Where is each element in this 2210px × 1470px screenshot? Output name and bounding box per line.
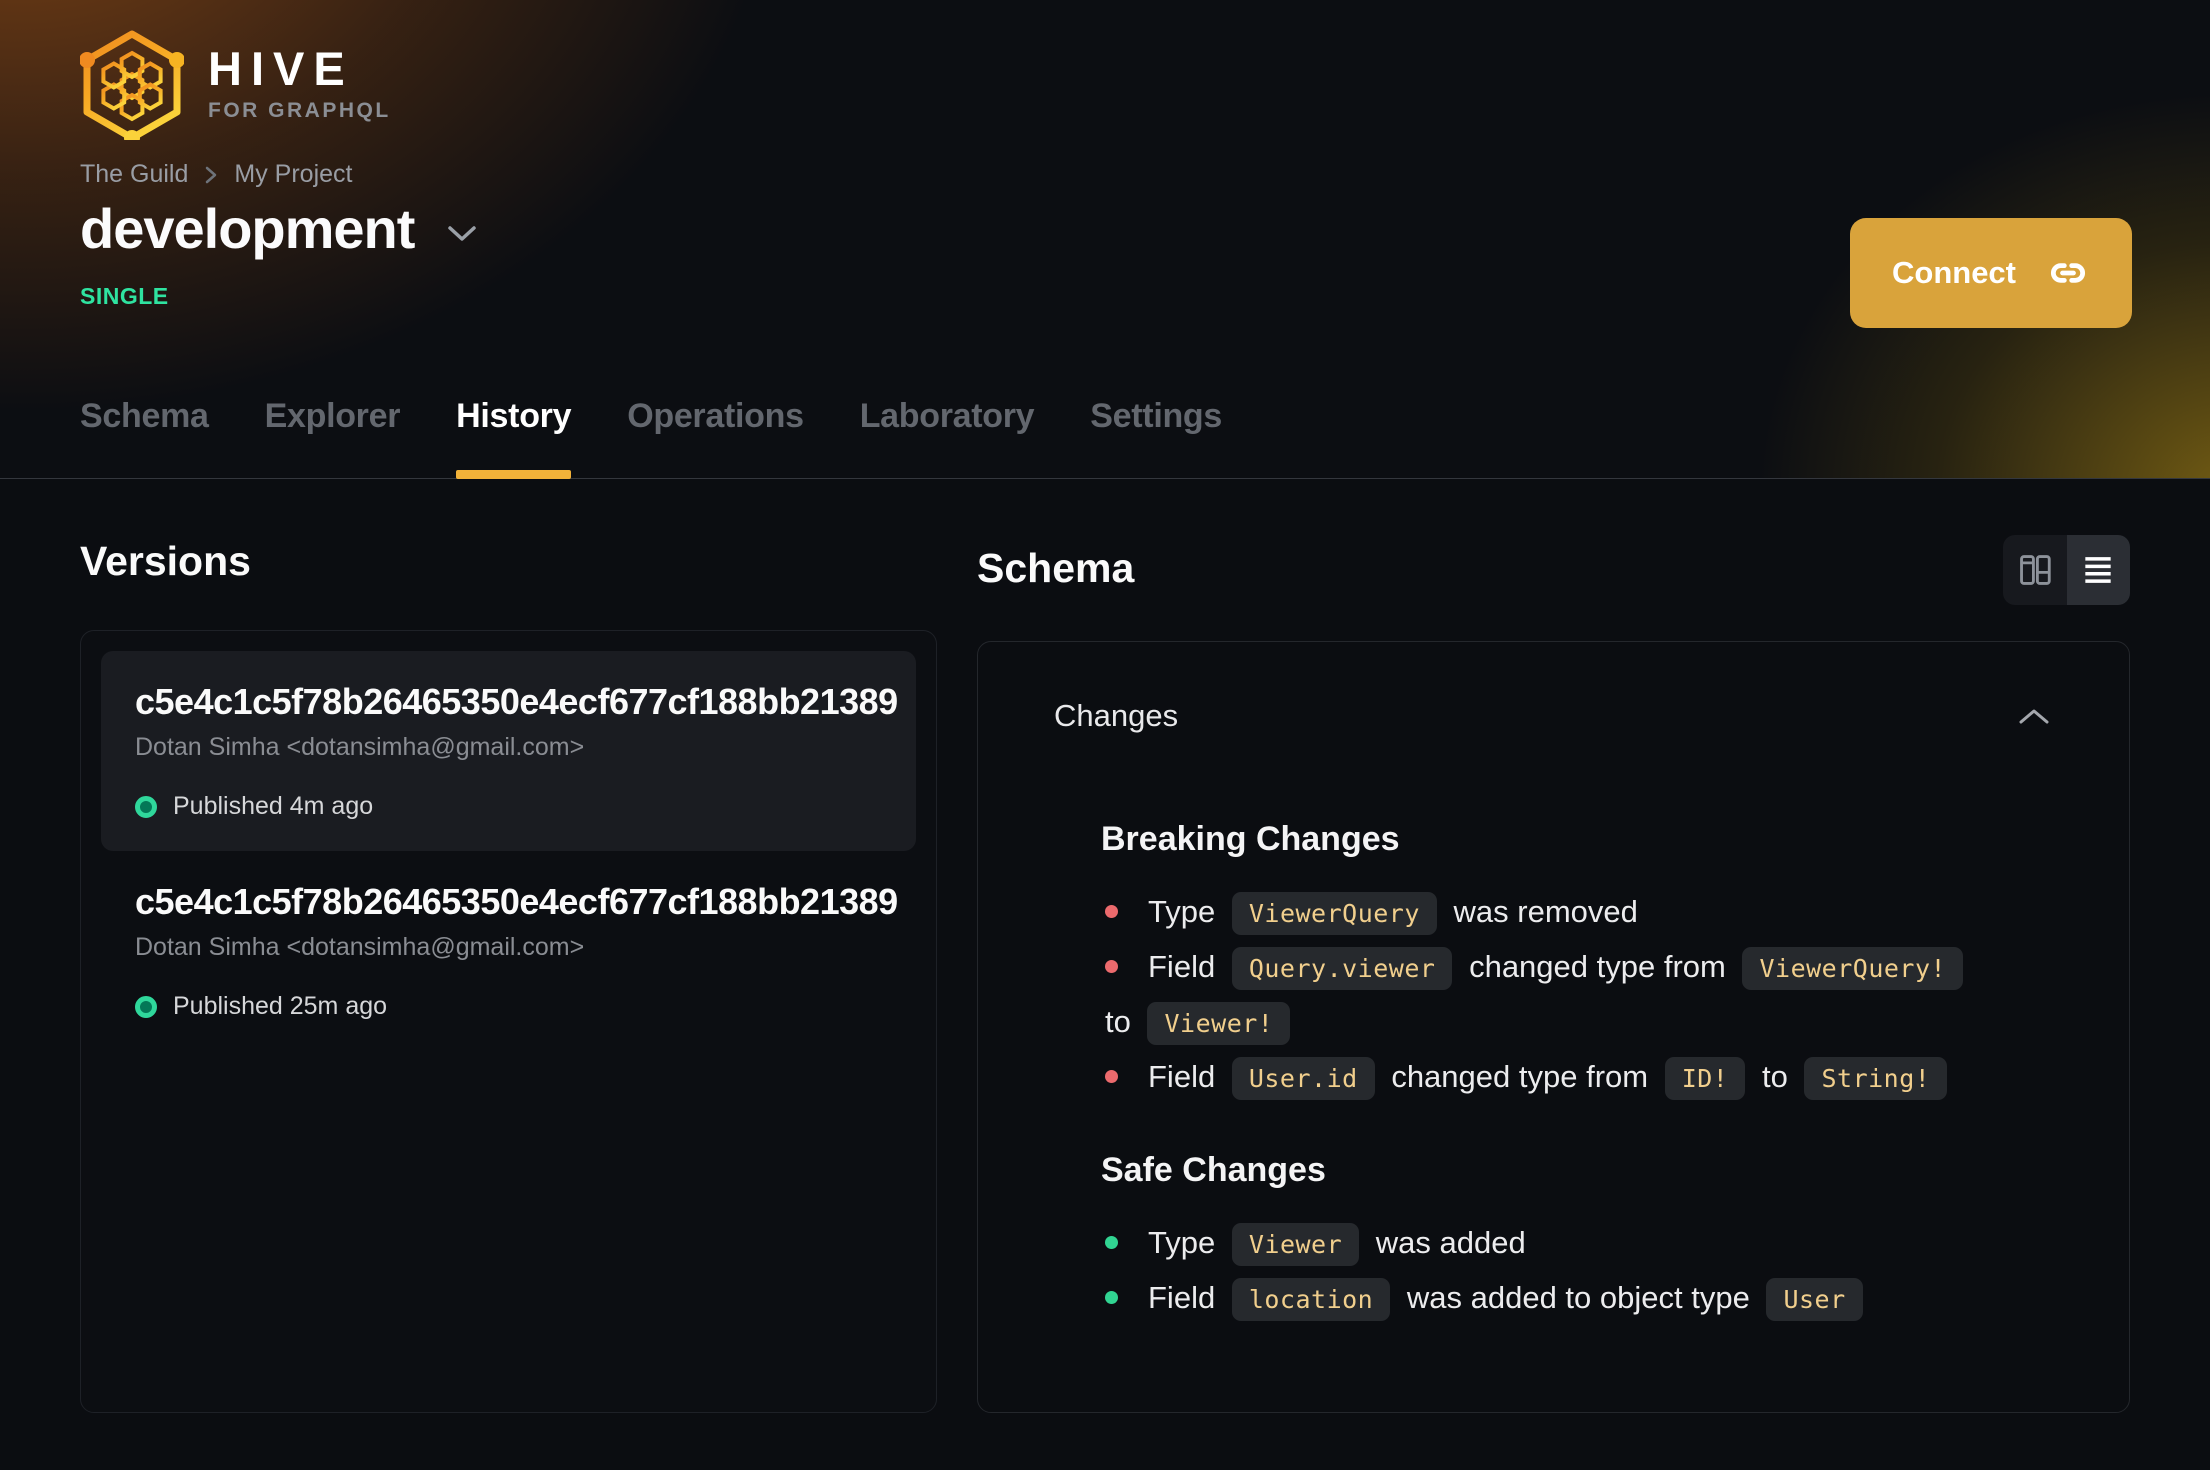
code-chip: ID! [1664,1057,1746,1100]
change-text: was added to object type [1406,1280,1750,1315]
chevron-up-icon [2019,709,2049,724]
code-chip: location [1231,1278,1391,1321]
bullet-icon [1105,960,1118,974]
target-title-row: development [80,196,478,261]
changes-panel-title: Changes [1054,698,1179,733]
change-text: to [1105,1004,1131,1039]
view-toggle [2003,535,2130,605]
change-item: Type Viewer was added [1105,1216,2049,1271]
project-type-badge: SINGLE [80,283,169,309]
published-dot-icon [135,795,157,818]
connect-button[interactable]: Connect [1850,218,2132,328]
breadcrumb: The Guild My Project [80,160,352,189]
code-chip: Viewer! [1147,1002,1291,1045]
change-list: Type ViewerQuery was removed Field Query… [1101,885,2049,1105]
diff-view-button[interactable] [2003,535,2067,605]
change-text: changed type from [1391,1059,1649,1094]
tab-bar: Schema Explorer History Operations Laborator… [80,397,1222,479]
columns-icon [2019,555,2051,585]
version-status: Published 25m ago [135,992,882,1021]
schema-heading: Schema [977,545,1135,591]
list-icon [2085,557,2111,583]
version-author: Dotan Simha <dotansimha@gmail.com> [135,733,585,761]
changes-body: Breaking Changes Type ViewerQuery was rem… [978,734,2129,1326]
change-list: Type Viewer was added Field location was… [1101,1216,2049,1326]
change-section-title: Breaking Changes [1101,820,1400,858]
link-icon [2051,263,2085,283]
code-chip: String! [1804,1057,1948,1100]
change-text: Type [1148,894,1216,929]
version-status: Published 4m ago [135,792,882,821]
version-hash: c5e4c1c5f78b26465350e4ecf677cf188bb21389 [135,881,898,922]
bullet-icon [1105,1070,1118,1084]
bullet-icon [1105,1291,1118,1305]
change-text: changed type from [1469,949,1726,984]
tab-laboratory[interactable]: Laboratory [860,397,1035,478]
change-text: Type [1148,1225,1216,1260]
change-text: to [1761,1059,1788,1094]
tab-explorer[interactable]: Explorer [265,397,401,478]
version-item[interactable]: c5e4c1c5f78b26465350e4ecf677cf188bb21389… [101,651,916,851]
breadcrumb-item[interactable]: My Project [234,160,352,189]
version-status-text: Published 25m ago [173,992,388,1020]
brand-subtitle: FOR GRAPHQL [208,99,391,122]
code-chip: ViewerQuery! [1742,947,1964,990]
tab-operations[interactable]: Operations [627,397,804,478]
tab-history[interactable]: History [456,397,572,479]
change-text: Field [1148,1280,1216,1315]
tab-schema[interactable]: Schema [80,397,209,478]
code-chip: User [1766,1278,1863,1321]
bullet-icon [1105,905,1118,919]
list-view-button[interactable] [2066,535,2130,605]
changes-panel-header[interactable]: Changes [978,642,2129,734]
change-item: Type ViewerQuery was removed [1105,885,2049,940]
versions-heading: Versions [80,538,251,584]
version-hash: c5e4c1c5f78b26465350e4ecf677cf188bb21389 [135,681,898,722]
version-author: Dotan Simha <dotansimha@gmail.com> [135,933,585,961]
version-item[interactable]: c5e4c1c5f78b26465350e4ecf677cf188bb21389… [101,851,916,1051]
changes-panel: Changes Breaking Changes Type ViewerQuery… [977,641,2130,1413]
hive-logo[interactable]: HIVE FOR GRAPHQL [80,28,391,140]
bullet-icon [1105,1236,1118,1250]
change-item: Field User.id changed type from ID! to S… [1105,1050,2049,1105]
tab-settings[interactable]: Settings [1090,397,1222,478]
code-chip: Query.viewer [1231,947,1453,990]
connect-label: Connect [1892,255,2016,290]
change-item: Field Query.viewer changed type from Vie… [1105,940,2049,1050]
change-text: was added [1375,1225,1526,1260]
page-title: development [80,197,415,260]
change-text: Field [1148,949,1216,984]
code-chip: Viewer [1231,1223,1360,1266]
chevron-right-icon [206,166,217,183]
page-header: HIVE FOR GRAPHQL The Guild My Project dev… [0,0,2210,479]
brand-title: HIVE [208,42,354,95]
chevron-down-icon[interactable] [446,224,478,244]
breadcrumb-item[interactable]: The Guild [80,160,188,189]
change-text: was removed [1453,894,1638,929]
version-status-text: Published 4m ago [173,792,374,820]
change-text: Field [1148,1059,1216,1094]
change-section-title: Safe Changes [1101,1151,1326,1189]
change-item: Field location was added to object type … [1105,1271,2049,1326]
code-chip: User.id [1231,1057,1375,1100]
versions-list: c5e4c1c5f78b26465350e4ecf677cf188bb21389… [80,630,937,1413]
hive-logo-icon [80,30,184,140]
code-chip: ViewerQuery [1231,892,1437,935]
published-dot-icon [135,995,157,1018]
